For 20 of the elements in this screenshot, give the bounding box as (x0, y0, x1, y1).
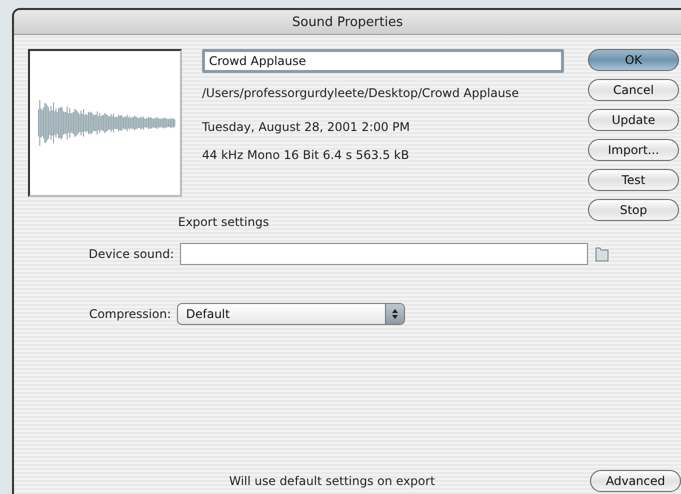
sound-name-field[interactable]: Crowd Applause (202, 49, 564, 73)
dialog-button[interactable]: Test (588, 169, 679, 191)
stepper-arrows-icon (391, 308, 399, 320)
file-path: /Users/professorgurdyleete/Desktop/Crowd Applause (202, 85, 520, 101)
dialog-button[interactable]: Update (588, 109, 679, 131)
dialog-button[interactable]: OK (588, 49, 679, 71)
field-label: Compression: (88, 307, 171, 321)
advanced-button[interactable]: Advanced (590, 470, 681, 492)
section-heading: Export settings (178, 215, 270, 229)
dialog-button[interactable]: Stop (588, 199, 679, 221)
device-sound-field[interactable] (180, 243, 588, 265)
window-title: Sound Properties (14, 10, 681, 35)
status-text: Will use default settings on export (228, 474, 436, 488)
field-label: Device sound: (88, 247, 174, 261)
compression-dropdown[interactable]: Default (177, 303, 405, 325)
folder-icon[interactable] (594, 245, 610, 263)
format-text: 44 kHz Mono 16 Bit 6.4 s 563.5 kB (202, 147, 410, 163)
date-text: Tuesday, August 28, 2001 2:00 PM (202, 119, 411, 135)
dialog-button[interactable]: Cancel (588, 79, 679, 101)
dialog-button[interactable]: Import... (588, 139, 679, 161)
